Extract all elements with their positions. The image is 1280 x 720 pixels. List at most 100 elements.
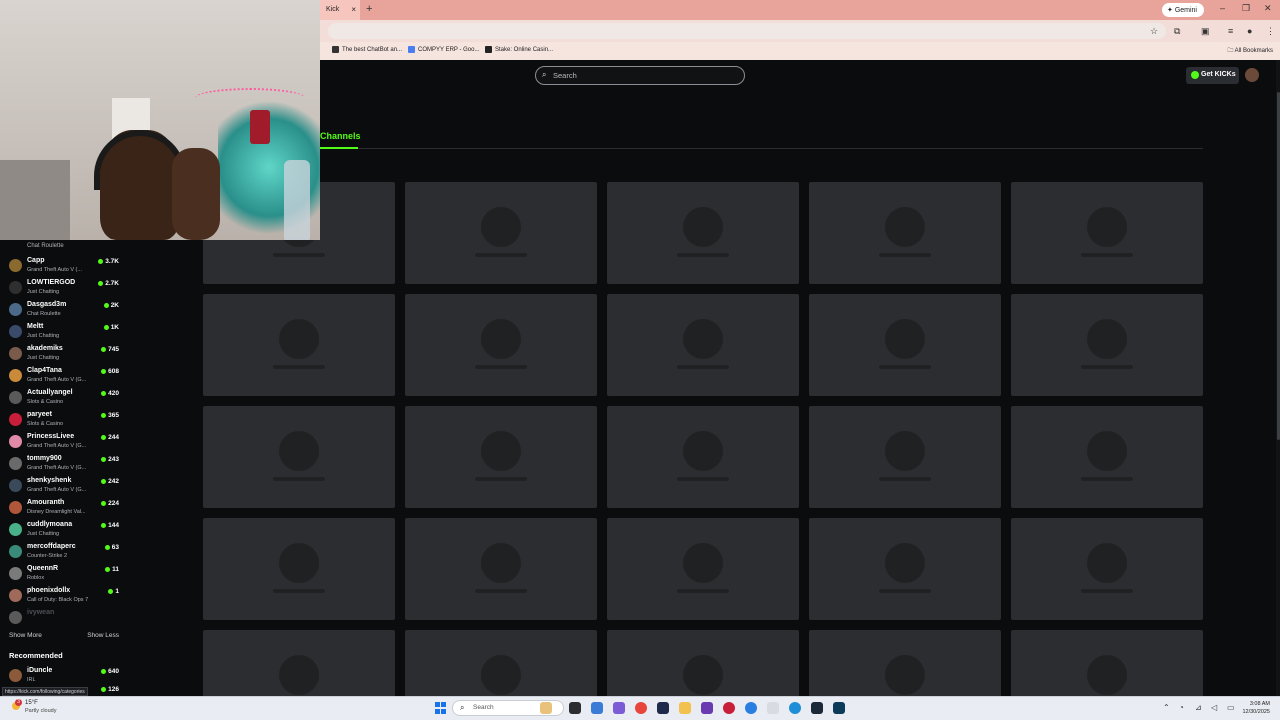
show-more-button[interactable]: Show More [9,632,42,639]
chrome-icon[interactable] [635,702,647,714]
sidebar-channel-item[interactable]: akademiks Just Chatting 745 [0,344,125,366]
viewer-count-value: 224 [108,500,119,507]
channel-category: Just Chatting [27,333,60,339]
channel-category: Slots & Casino [27,421,64,427]
sidebar-channel-item[interactable]: LOWTIERGOD Just Chatting 2.7K [0,278,125,300]
app-icon[interactable] [745,702,757,714]
sidebar-channel-item[interactable]: Clap4Tana Grand Theft Auto V (G... 608 [0,366,125,388]
app-icon[interactable] [657,702,669,714]
avatar-placeholder [279,655,319,695]
show-less-button[interactable]: Show Less [87,632,119,639]
viewer-count-value: 640 [108,668,119,675]
tray-chevron-icon[interactable]: ⌃ [1163,703,1170,712]
taskbar-clock[interactable]: 3:08 AM 12/30/2025 [1242,700,1270,716]
sidebar-channel-item[interactable]: Dasgasd3m Chat Roulette 2K [0,300,125,322]
app-icon[interactable] [767,702,779,714]
webcam-overlay [0,0,320,240]
sidebar-channel-item[interactable]: Amouranth Disney Dreamlight Val... 224 [0,498,125,520]
tab-close-icon[interactable]: × [351,5,356,14]
steam-icon[interactable] [811,702,823,714]
sidebar-channel-item[interactable]: Actuallyangel Slots & Casino 420 [0,388,125,410]
viewer-count: 420 [101,390,119,397]
bookmark-item[interactable]: COMPYY ERP - Goo... [408,46,479,53]
sidebar-channel-item[interactable]: ivywean [0,608,125,630]
battery-icon[interactable]: ▭ [1227,703,1235,712]
volume-icon[interactable]: ◁ [1211,703,1217,712]
bookmark-star-icon[interactable]: ☆ [1150,26,1158,37]
sidebar-channel-item[interactable]: tommy900 Grand Theft Auto V (G... 243 [0,454,125,476]
viewer-count-value: 242 [108,478,119,485]
app-icon[interactable] [701,702,713,714]
viewer-count: 1 [108,588,119,595]
live-indicator-icon [103,325,109,330]
network-icon[interactable]: ⊿ [1195,703,1202,712]
bookmark-label: Stake: Online Casin... [495,46,554,53]
taskbar-search-placeholder: Search [473,704,494,711]
channel-name: ivywean [27,609,55,616]
channel-card-placeholder [809,406,1001,508]
live-indicator-icon [101,669,107,674]
browser-tab-kick[interactable]: Kick × [320,0,360,20]
discord-icon[interactable] [613,702,625,714]
teams-icon[interactable] [591,702,603,714]
profile-icon[interactable]: ● [1247,26,1252,36]
live-indicator-icon [103,303,109,308]
viewer-count: 244 [101,434,119,441]
channel-category: Counter-Strike 2 [27,553,68,559]
search-input[interactable]: ⌕ Search [535,66,745,85]
sidepanel-icon[interactable]: ▣ [1201,26,1210,37]
menu-icon[interactable]: ⋮ [1266,26,1275,37]
sidebar-channel-item[interactable]: Capp Grand Theft Auto V (... 3.7K [0,256,125,278]
channel-avatar [9,413,22,426]
channel-name: Capp [27,257,45,264]
terminal-icon[interactable] [833,702,845,714]
restore-icon[interactable]: ❐ [1242,3,1250,14]
channel-avatar [9,611,22,624]
windows-start-icon[interactable] [435,702,447,714]
channel-card-placeholder [1011,294,1203,396]
user-avatar[interactable] [1245,68,1259,82]
channel-name: Meltt [27,323,44,330]
text-placeholder [475,253,527,257]
avatar-placeholder [1087,207,1127,247]
avatar-placeholder [885,431,925,471]
sidebar-channel-item[interactable]: cuddlymoana Just Chatting 144 [0,520,125,542]
sidebar-channel-item[interactable]: PrincessLivee Grand Theft Auto V (G... 244 [0,432,125,454]
channel-card-placeholder [1011,182,1203,284]
new-tab-button[interactable]: + [366,3,372,15]
task-view-icon[interactable] [569,702,581,714]
notification-badge: 3 [15,699,22,706]
file-explorer-icon[interactable] [679,702,691,714]
channel-name: iDuncle [27,667,53,674]
sidebar-channel-item[interactable]: paryeet Slots & Casino 365 [0,410,125,432]
extensions-icon[interactable]: ⧉ [1174,26,1180,37]
widgets-icon[interactable] [540,702,552,714]
sidebar-channel-item[interactable]: phoenixdollx Call of Duty: Black Ops 7 1 [0,586,125,608]
channel-name: paryeet [27,411,52,418]
live-indicator-icon [101,479,107,484]
sidebar-channel-item[interactable]: QueennR Roblox 11 [0,564,125,586]
channel-category: Slots & Casino [27,399,64,405]
get-kicks-button[interactable]: Get KICKs [1186,67,1239,84]
app-icon[interactable] [723,702,735,714]
channel-avatar [9,669,22,682]
tab-channels[interactable]: Channels [320,131,361,141]
media-icon[interactable]: ≡ [1228,26,1233,36]
viewer-count-value: 2.7K [105,280,119,287]
bookmark-item[interactable]: Stake: Online Casin... [485,46,553,53]
gemini-button[interactable]: ✦ Gemini [1162,3,1204,17]
all-bookmarks-button[interactable]: 🗀 All Bookmarks [1227,46,1273,56]
tray-app-icon[interactable]: ◔ [1179,703,1184,712]
sidebar-channel-item[interactable]: Meltt Just Chatting 1K [0,322,125,344]
channel-card-placeholder [607,518,799,620]
viewer-count-value: 365 [108,412,119,419]
channel-avatar [9,479,22,492]
minimize-icon[interactable]: – [1220,3,1225,13]
edge-icon[interactable] [789,702,801,714]
bookmark-item[interactable]: The best ChatBot an... [332,46,402,53]
close-window-icon[interactable]: ✕ [1264,3,1272,14]
channel-avatar [9,501,22,514]
sidebar-channel-item[interactable]: shenkyshenk Grand Theft Auto V (G... 242 [0,476,125,498]
sidebar-channel-item[interactable]: mercoffdaperc Counter-Strike 2 63 [0,542,125,564]
omnibox[interactable] [328,23,1166,39]
